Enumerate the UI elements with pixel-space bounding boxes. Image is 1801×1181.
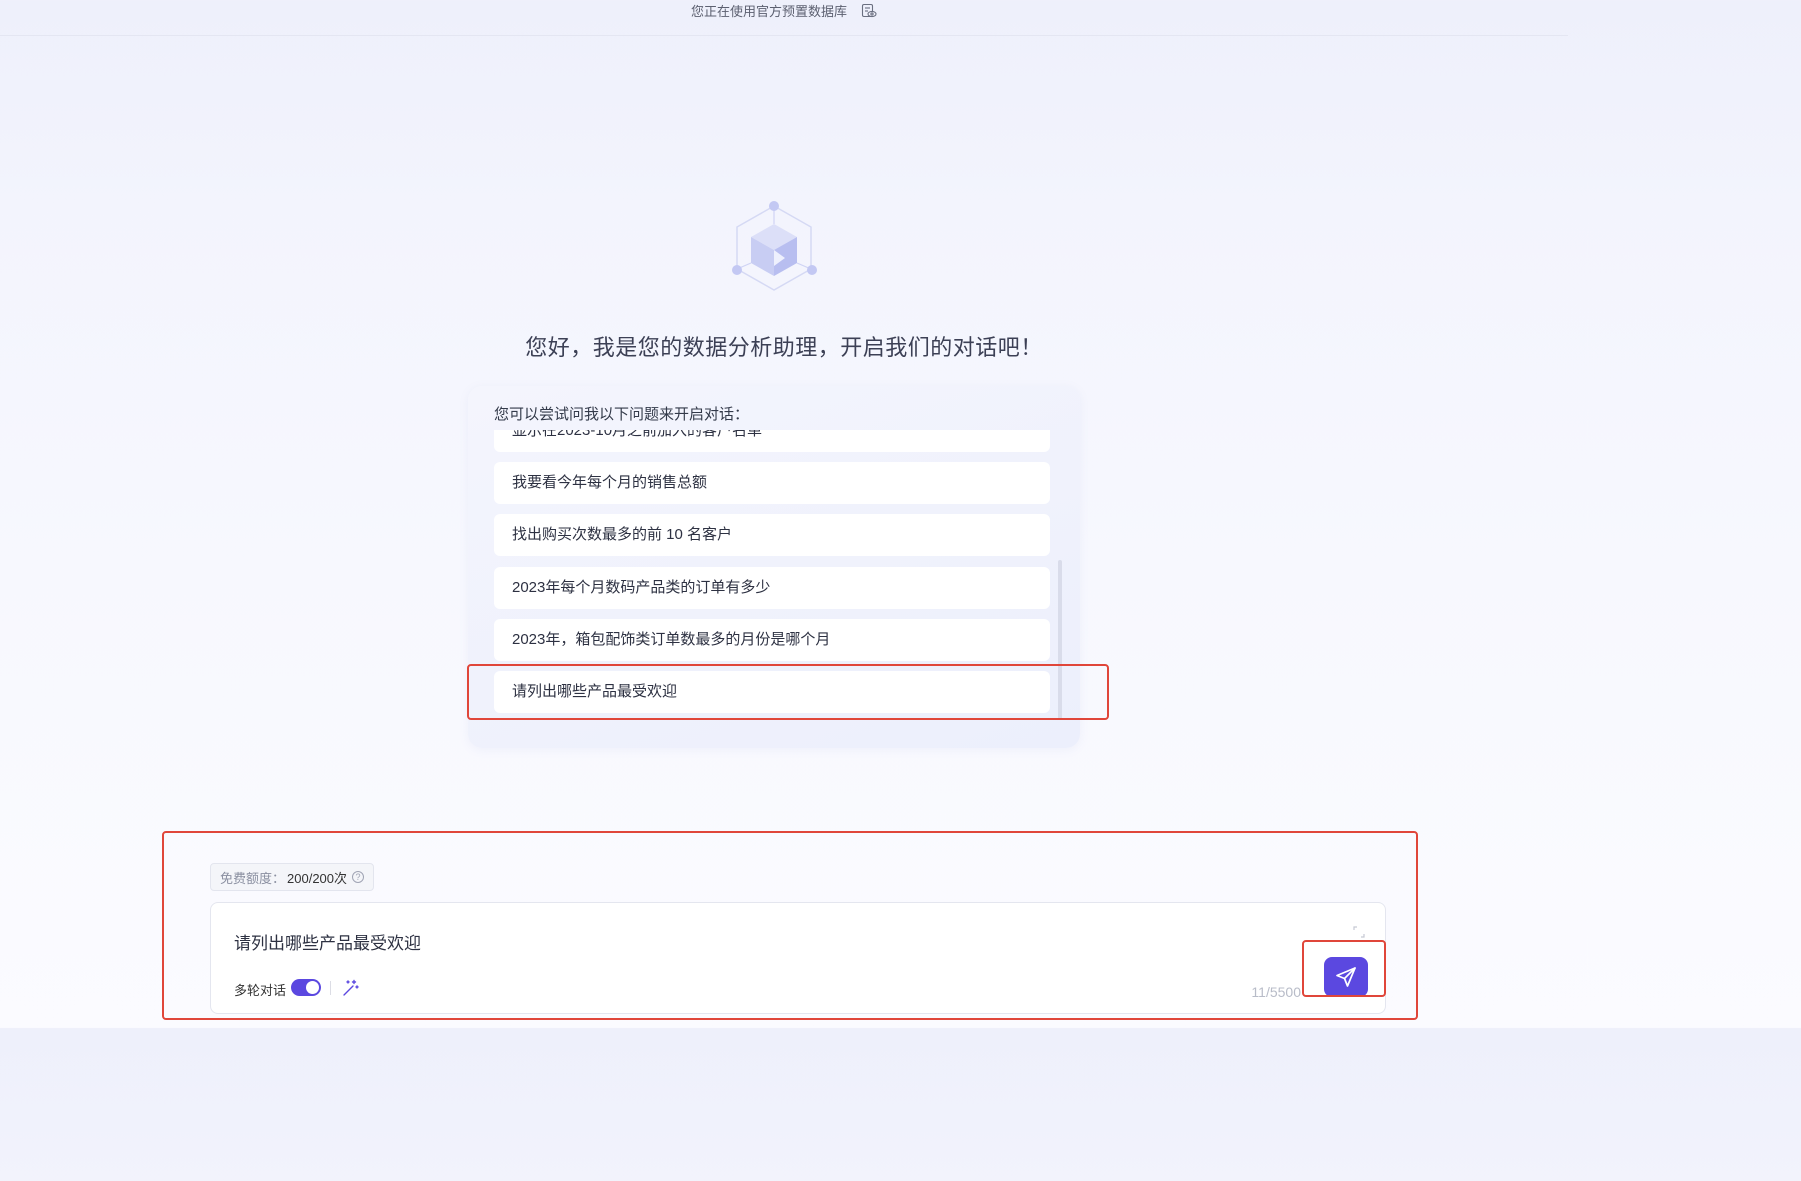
suggestion-item[interactable]: 2023年每个月数码产品类的订单有多少 (494, 567, 1050, 609)
database-notice-text: 您正在使用官方预置数据库 (690, 4, 847, 19)
send-icon (1336, 967, 1356, 987)
toggle-knob (306, 981, 319, 994)
suggestion-item[interactable]: 请列出哪些产品最受欢迎 (494, 671, 1050, 713)
suggestion-scrollbar[interactable] (1058, 430, 1062, 720)
suggestion-title: 您可以尝试问我以下问题来开启对话： (494, 406, 750, 423)
suggestion-card: 您可以尝试问我以下问题来开启对话： 显示在2023-10月之前加入的客户名单 我… (468, 386, 1080, 748)
suggestion-item[interactable]: 2023年，箱包配饰类订单数最多的月份是哪个月 (494, 619, 1050, 661)
character-count: 11/5500 (1251, 984, 1301, 1000)
suggestion-item[interactable]: 找出购买次数最多的前 10 名客户 (494, 514, 1050, 556)
multi-turn-toggle[interactable] (291, 979, 321, 996)
multi-turn-label: 多轮对话 (234, 983, 287, 998)
suggestion-list[interactable]: 显示在2023-10月之前加入的客户名单 我要看今年每个月的销售总额 找出购买次… (494, 430, 1050, 718)
free-quota-badge: 免费额度： 200/200次 ? (210, 863, 375, 891)
scrollbar-thumb[interactable] (1058, 560, 1062, 720)
quota-label: 免费额度： (220, 870, 286, 886)
expand-icon[interactable] (1353, 925, 1365, 938)
toolbar-divider (330, 981, 331, 995)
suggestion-item[interactable]: 显示在2023-10月之前加入的客户名单 (494, 430, 1050, 452)
send-button[interactable] (1324, 957, 1368, 997)
chat-input-text[interactable]: 请列出哪些产品最受欢迎 (234, 929, 421, 954)
assistant-logo-icon (729, 198, 819, 298)
quota-value: 200/200次 (287, 870, 348, 886)
top-notice-bar: 您正在使用官方预置数据库 (0, 0, 1568, 36)
database-eye-icon[interactable] (861, 3, 877, 19)
help-icon[interactable]: ? (352, 871, 365, 883)
chat-input-box[interactable]: 请列出哪些产品最受欢迎 多轮对话 11/5500 (210, 902, 1386, 1014)
welcome-greeting: 您好，我是您的数据分析助理，开启我们的对话吧！ (525, 335, 1043, 360)
suggestion-item[interactable]: 我要看今年每个月的销售总额 (494, 462, 1050, 504)
magic-wand-icon[interactable] (341, 979, 359, 997)
